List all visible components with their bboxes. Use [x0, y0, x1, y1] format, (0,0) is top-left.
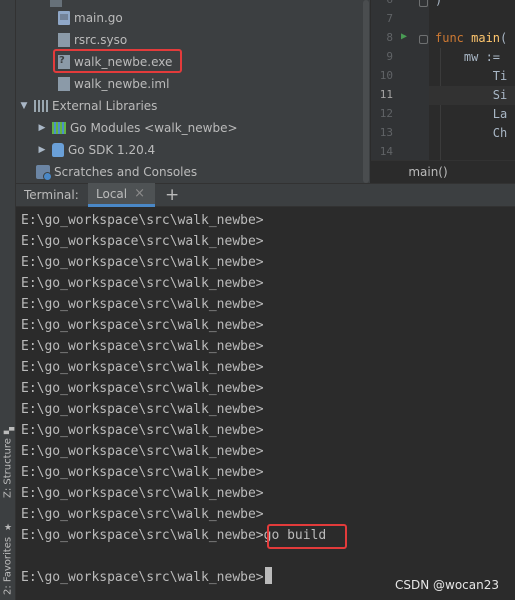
tree-item-external-libraries[interactable]: ▼ External Libraries: [18, 95, 158, 117]
go-sdk-icon: [52, 143, 64, 157]
fold-marker-icon[interactable]: [419, 35, 428, 44]
tree-item-rsrc-syso[interactable]: rsrc.syso: [58, 29, 127, 51]
terminal-line: E:\go_workspace\src\walk_newbe>: [21, 297, 264, 312]
exe-highlight-box: [53, 49, 182, 73]
tree-item-scratches[interactable]: Scratches and Consoles: [36, 161, 197, 183]
terminal-line: E:\go_workspace\src\walk_newbe>: [21, 276, 264, 291]
terminal-tab-local[interactable]: Local ×: [88, 183, 156, 207]
tree-item-label: walk_newbe.iml: [74, 77, 170, 91]
terminal-title: Terminal:: [24, 188, 79, 202]
project-tree: main.go rsrc.syso walk_newbe.exe walk_ne…: [16, 0, 370, 183]
expanded-arrow-icon[interactable]: ▼: [18, 101, 30, 111]
collapsed-arrow-icon[interactable]: ▶: [36, 123, 48, 133]
line-number: 12: [379, 107, 393, 120]
terminal-line: E:\go_workspace\src\walk_newbe>: [21, 339, 264, 354]
terminal-line: E:\go_workspace\src\walk_newbe>: [21, 423, 264, 438]
collapsed-arrow-icon[interactable]: ▶: [36, 145, 48, 155]
breadcrumb-item[interactable]: main(): [408, 165, 447, 179]
tree-item-label: rsrc.syso: [74, 33, 128, 47]
terminal-line: E:\go_workspace\src\walk_newbe>: [21, 507, 264, 522]
tree-item-go-modules[interactable]: ▶ Go Modules <walk_newbe>: [36, 117, 238, 139]
structure-tab[interactable]: Z: Structure ▚: [0, 420, 16, 498]
tree-item-label: Scratches and Consoles: [54, 165, 198, 179]
line-number: 9: [386, 50, 393, 63]
tree-item-label: External Libraries: [52, 99, 158, 113]
structure-tab-label: Z: Structure: [2, 438, 14, 498]
code-line: mw :=: [435, 50, 508, 64]
terminal-line: E:\go_workspace\src\walk_newbe>: [21, 486, 264, 501]
tree-item-label: Go SDK 1.20.4: [68, 143, 156, 157]
scratches-icon: [36, 165, 52, 181]
favorites-tab-label: 2: Favorites: [2, 536, 14, 595]
star-icon: ★: [3, 522, 13, 533]
tree-scrollbar[interactable]: [362, 0, 370, 183]
editor-gutter: 6 7 8▶ 9 10 11 12 13 14: [371, 0, 429, 160]
line-number: 13: [379, 126, 393, 139]
code-editor[interactable]: 6 7 8▶ 9 10 11 12 13 14 ) func main( mw …: [371, 0, 515, 160]
tree-item-go-sdk[interactable]: ▶ Go SDK 1.20.4: [36, 139, 155, 161]
add-terminal-button[interactable]: +: [155, 185, 179, 205]
code-line: Ch: [435, 126, 508, 140]
editor-breadcrumb[interactable]: main(): [371, 160, 515, 183]
line-number: 11: [379, 88, 393, 101]
run-icon[interactable]: ▶: [401, 31, 407, 42]
tree-item-main-go[interactable]: main.go: [58, 7, 123, 29]
terminal-prompt: E:\go_workspace\src\walk_newbe>: [21, 570, 264, 585]
terminal-line: E:\go_workspace\src\walk_newbe>: [21, 444, 264, 459]
structure-icon: ▚: [3, 427, 13, 435]
tree-item-label: Go Modules <walk_newbe>: [70, 121, 238, 135]
terminal-output[interactable]: E:\go_workspace\src\walk_newbe> E:\go_wo…: [16, 207, 515, 600]
file-icon: [50, 0, 62, 7]
left-tool-strip: Z: Structure ▚ 2: Favorites ★: [0, 0, 16, 600]
code-line: func main(: [435, 31, 508, 45]
tree-item-label: main.go: [74, 11, 123, 25]
terminal-line: E:\go_workspace\src\walk_newbe>: [21, 465, 264, 480]
terminal-header: Terminal: Local × +: [16, 183, 515, 207]
terminal-prompt-line[interactable]: E:\go_workspace\src\walk_newbe>: [21, 567, 272, 588]
code-line-current: Si: [429, 86, 515, 105]
code-line: ): [435, 0, 443, 7]
terminal-line: E:\go_workspace\src\walk_newbe>: [21, 255, 264, 270]
terminal-line: E:\go_workspace\src\walk_newbe>: [21, 213, 264, 228]
close-icon[interactable]: ×: [134, 186, 145, 201]
go-file-icon: [58, 11, 70, 25]
line-number: 14: [379, 145, 393, 158]
terminal-line: E:\go_workspace\src\walk_newbe>: [21, 402, 264, 417]
go-modules-icon: [52, 122, 66, 134]
terminal-line: E:\go_workspace\src\walk_newbe>: [21, 381, 264, 396]
code-line: La: [435, 107, 508, 121]
library-icon: [34, 100, 48, 112]
favorites-tab[interactable]: 2: Favorites ★: [0, 515, 16, 595]
line-number: 7: [386, 12, 393, 25]
scrollbar-thumb[interactable]: [363, 0, 369, 183]
terminal-line: E:\go_workspace\src\walk_newbe>: [21, 318, 264, 333]
line-number: 10: [379, 69, 393, 82]
watermark: CSDN @wocan23: [394, 578, 499, 592]
fold-marker-icon[interactable]: [419, 0, 428, 7]
tree-item-walk-newbe-iml[interactable]: walk_newbe.iml: [58, 73, 169, 95]
syso-file-icon: [58, 33, 70, 47]
terminal-tab-label: Local: [96, 186, 128, 201]
terminal-cursor: [264, 567, 272, 584]
iml-file-icon: [58, 77, 70, 91]
terminal-line: E:\go_workspace\src\walk_newbe>: [21, 234, 264, 249]
terminal-line: E:\go_workspace\src\walk_newbe>: [21, 360, 264, 375]
command-highlight-box: [267, 524, 347, 549]
code-line: Ti: [435, 69, 508, 83]
